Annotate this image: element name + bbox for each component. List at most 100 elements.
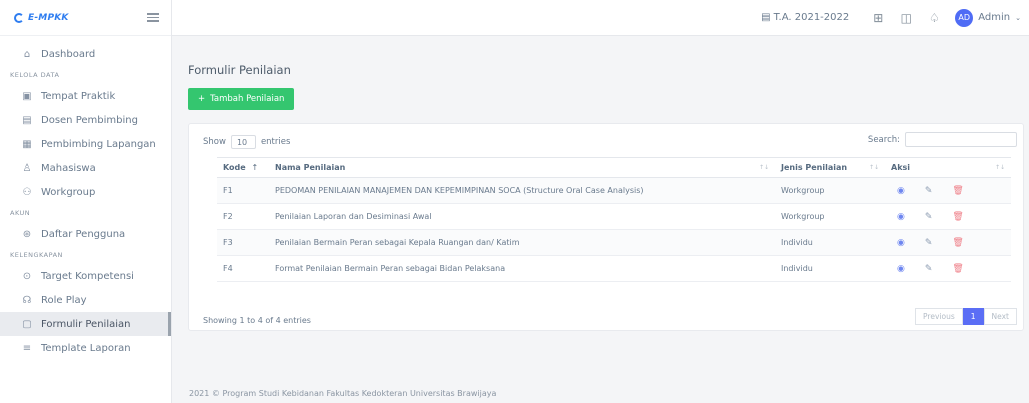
- sidebar-item-label: Pembimbing Lapangan: [41, 138, 156, 150]
- footer-text: 2021 © Program Studi Kebidanan Fakultas …: [189, 389, 497, 398]
- cell-kode: F3: [217, 229, 269, 256]
- assessment-table: Kode ↑ Nama Penilaian ↑↓ Jenis Penilaian ↑…: [217, 157, 1011, 282]
- column-header-kode[interactable]: Kode ↑: [217, 157, 269, 178]
- table-controls: Show 10 entries Search:: [189, 132, 1023, 150]
- sidebar-item-label: Dashboard: [41, 48, 96, 60]
- delete-icon[interactable]: 🗑: [952, 186, 963, 196]
- report-icon: ≡: [22, 342, 32, 354]
- group-icon: ⚇: [22, 186, 32, 198]
- building-icon: ▣: [22, 90, 32, 102]
- cell-jenis: Workgroup: [775, 177, 885, 204]
- cell-kode: F1: [217, 177, 269, 204]
- sort-icon: ↑↓: [994, 164, 1005, 171]
- table-row: F1 PEDOMAN PENILAIAN MANAJEMEN DAN KEPEMI…: [217, 177, 1011, 204]
- length-control: Show 10 entries: [203, 135, 290, 149]
- sidebar-item-label: Role Play: [41, 294, 87, 306]
- sidebar-item-pembimbing-lapangan[interactable]: ▦ Pembimbing Lapangan: [0, 132, 171, 156]
- form-icon: ▢: [22, 318, 32, 330]
- delete-icon[interactable]: 🗑: [952, 238, 963, 248]
- sidebar-item-tempat-praktik[interactable]: ▣ Tempat Praktik: [0, 84, 171, 108]
- logo-icon: [14, 12, 24, 23]
- sidebar-item-mahasiswa[interactable]: ♙ Mahasiswa: [0, 156, 171, 180]
- delete-icon[interactable]: 🗑: [952, 212, 963, 222]
- sidebar-item-formulir-penilaian[interactable]: ▢ Formulir Penilaian: [0, 312, 171, 336]
- sidebar-item-workgroup[interactable]: ⚇ Workgroup: [0, 180, 171, 204]
- user-icon: ♙: [22, 162, 32, 174]
- view-icon[interactable]: ◉: [897, 186, 905, 196]
- nav-section-heading: KELENGKAPAN: [10, 251, 63, 259]
- grid-icon[interactable]: ⊞: [871, 11, 885, 25]
- column-header-aksi[interactable]: Aksi ↑↓: [885, 157, 1011, 178]
- sidebar-item-label: Target Kompetensi: [41, 270, 134, 282]
- sidebar-item-dashboard[interactable]: ⌂ Dashboard: [0, 42, 171, 66]
- edit-icon[interactable]: ✎: [925, 186, 933, 196]
- home-icon: ⌂: [23, 48, 31, 60]
- layout-icon[interactable]: ◫: [899, 11, 913, 25]
- cell-aksi: ◉ ✎ 🗑: [885, 229, 1011, 256]
- sidebar-item-daftar-pengguna[interactable]: ⊛ Daftar Pengguna: [0, 222, 171, 246]
- topbar: ▤ T.A. 2021-2022 ⊞ ◫ ♤ AD Admin ⌄: [172, 0, 1029, 36]
- academic-year[interactable]: ▤ T.A. 2021-2022: [761, 12, 849, 23]
- bell-icon[interactable]: ♤: [927, 11, 941, 25]
- menu-toggle-icon[interactable]: [147, 11, 159, 23]
- page-title: Formulir Penilaian: [188, 63, 291, 77]
- add-assessment-button[interactable]: + Tambah Penilaian: [188, 88, 295, 110]
- edit-icon[interactable]: ✎: [925, 212, 933, 222]
- user-menu[interactable]: AD Admin ⌄: [955, 8, 1021, 27]
- sidebar-item-target-kompetensi[interactable]: ⊙ Target Kompetensi: [0, 264, 171, 288]
- table-info: Showing 1 to 4 of 4 entries: [203, 316, 311, 325]
- cell-kode: F4: [217, 255, 269, 282]
- cell-aksi: ◉ ✎ 🗑: [885, 177, 1011, 204]
- view-icon[interactable]: ◉: [897, 264, 905, 274]
- cell-aksi: ◉ ✎ 🗑: [885, 255, 1011, 282]
- previous-button[interactable]: Previous: [915, 308, 963, 325]
- edit-icon[interactable]: ✎: [925, 264, 933, 274]
- sidebar-item-role-play[interactable]: ☊ Role Play: [0, 288, 171, 312]
- cell-nama: Penilaian Bermain Peran sebagai Kepala R…: [269, 229, 775, 256]
- page-1-button[interactable]: 1: [962, 308, 984, 325]
- sidebar-item-label: Formulir Penilaian: [41, 318, 131, 330]
- sidebar-item-label: Mahasiswa: [41, 162, 96, 174]
- view-icon[interactable]: ◉: [897, 212, 905, 222]
- length-select[interactable]: 10: [230, 135, 256, 149]
- cell-jenis: Workgroup: [775, 203, 885, 230]
- sort-icon: ↑↓: [868, 164, 879, 171]
- plus-icon: +: [198, 94, 206, 104]
- cell-nama: PEDOMAN PENILAIAN MANAJEMEN DAN KEPEMIMP…: [269, 177, 775, 204]
- sidebar-item-template-laporan[interactable]: ≡ Template Laporan: [0, 336, 171, 360]
- sidebar-item-label: Daftar Pengguna: [41, 228, 126, 240]
- avatar: AD: [955, 8, 974, 27]
- table-row: F4 Format Penilaian Bermain Peran sebagai…: [217, 255, 1011, 282]
- sort-asc-icon: ↑: [251, 163, 259, 172]
- search-control: Search:: [868, 132, 1017, 147]
- cell-jenis: Individu: [775, 229, 885, 256]
- view-icon[interactable]: ◉: [897, 238, 905, 248]
- sidebar-item-dosen-pembimbing[interactable]: ▤ Dosen Pembimbing: [0, 108, 171, 132]
- cell-nama: Penilaian Laporan dan Desiminasi Awal: [269, 203, 775, 230]
- brand-name: E-MPKK: [28, 12, 69, 23]
- delete-icon[interactable]: 🗑: [952, 264, 963, 274]
- search-input[interactable]: [905, 132, 1017, 147]
- sidebar: E-MPKK ⌂ Dashboard KELOLA DATA ▣ Tempat Prak…: [0, 0, 172, 403]
- brand-logo[interactable]: E-MPKK: [14, 12, 69, 23]
- user-name: Admin: [978, 12, 1011, 23]
- assessment-table-card: Show 10 entries Search: Kode ↑ Nama Peni…: [188, 123, 1024, 331]
- search-label: Search:: [867, 134, 900, 145]
- column-header-jenis[interactable]: Jenis Penilaian ↑↓: [775, 157, 885, 178]
- app: E-MPKK ⌂ Dashboard KELOLA DATA ▣ Tempat Prak…: [0, 0, 1029, 403]
- sidebar-item-label: Tempat Praktik: [41, 90, 116, 102]
- nav-section-heading: KELOLA DATA: [10, 71, 60, 79]
- chevron-down-icon: ⌄: [1015, 13, 1021, 22]
- next-button[interactable]: Next: [983, 308, 1017, 325]
- sidebar-item-label: Dosen Pembimbing: [41, 114, 138, 126]
- sidebar-item-label: Workgroup: [41, 186, 96, 198]
- brand[interactable]: E-MPKK: [0, 0, 171, 36]
- edit-icon[interactable]: ✎: [925, 238, 933, 248]
- table-row: F2 Penilaian Laporan dan Desiminasi Awal W…: [217, 203, 1011, 230]
- cell-aksi: ◉ ✎ 🗑: [885, 203, 1011, 230]
- sidebar-nav: ⌂ Dashboard KELOLA DATA ▣ Tempat Praktik ▤ Dos…: [0, 36, 171, 360]
- users-icon: ⊛: [22, 228, 32, 240]
- column-header-nama[interactable]: Nama Penilaian ↑↓: [269, 157, 775, 178]
- sidebar-item-label: Template Laporan: [41, 342, 131, 354]
- entries-label: entries: [260, 137, 291, 147]
